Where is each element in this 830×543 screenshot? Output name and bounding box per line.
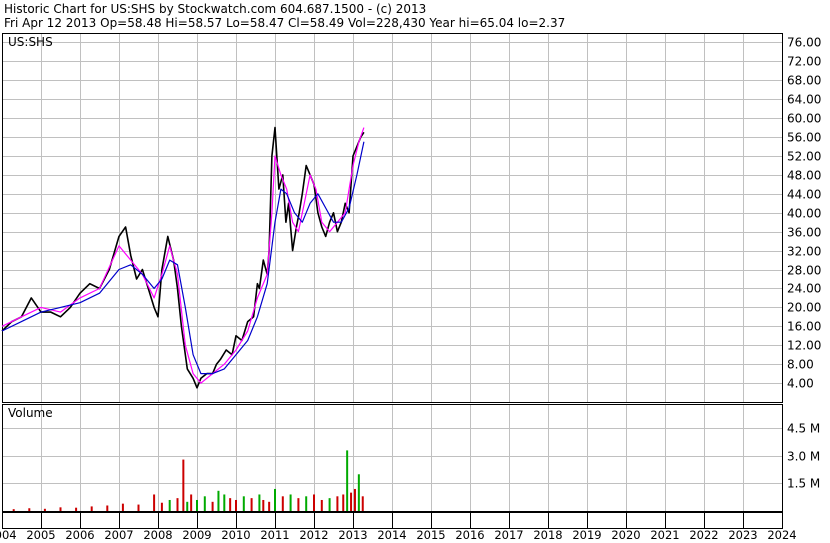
x-tick-label: 2006	[65, 528, 94, 542]
x-tick-label: 2022	[689, 528, 718, 542]
volume-tick-label: 4.5 M	[787, 422, 820, 436]
volume-bar	[313, 494, 315, 511]
volume-bar	[289, 494, 292, 511]
x-tick-label: 2010	[221, 528, 250, 542]
moving-average-short-line	[1, 127, 365, 384]
volume-label: Volume	[8, 406, 53, 420]
volume-bar	[305, 496, 308, 511]
volume-bar	[217, 490, 220, 511]
volume-bar	[106, 505, 109, 511]
x-tick-label: 2004	[0, 528, 17, 542]
volume-bar	[336, 496, 339, 511]
symbol-label: US:SHS	[8, 35, 53, 49]
volume-bar	[328, 498, 331, 511]
y-tick-label: 8.00	[787, 358, 814, 372]
volume-tick-label: 3.0 M	[787, 450, 820, 464]
volume-bar	[346, 450, 349, 511]
volume-bar	[223, 494, 226, 511]
volume-bar	[176, 498, 179, 511]
volume-bar	[297, 498, 300, 511]
volume-bar	[353, 488, 356, 511]
y-tick-label: 60.00	[787, 112, 821, 126]
y-tick-label: 28.00	[787, 264, 821, 278]
volume-bar	[258, 494, 261, 511]
volume-bar	[121, 503, 124, 511]
y-tick-label: 72.00	[787, 55, 821, 69]
volume-bar	[274, 488, 276, 511]
x-tick-label: 2016	[455, 528, 484, 542]
x-tick-label: 2015	[416, 528, 445, 542]
x-tick-label: 2008	[143, 528, 172, 542]
volume-bar	[229, 498, 232, 511]
y-tick-label: 52.00	[787, 150, 821, 164]
stock-chart: 4.00 8.00 12.00 16.00 20.00 24.00 28.00 32.00 36…	[0, 33, 821, 542]
x-tick-label: 2009	[182, 528, 211, 542]
volume-bar	[211, 501, 214, 511]
volume-tick-label: 1.5 M	[787, 477, 820, 491]
volume-bar	[268, 501, 271, 511]
volume-bar	[182, 459, 185, 511]
volume-bar	[196, 499, 198, 511]
y-tick-label: 56.00	[787, 131, 821, 145]
x-tick-label: 2024	[767, 528, 796, 542]
x-tick-label: 2017	[494, 528, 523, 542]
volume-bar	[59, 507, 62, 511]
x-tick-label: 2023	[728, 528, 757, 542]
volume-bar	[90, 506, 93, 511]
y-tick-label: 12.00	[787, 339, 821, 353]
volume-bar	[235, 499, 237, 511]
volume-bar	[190, 494, 193, 511]
volume-bar	[357, 474, 360, 511]
x-tick-label: 2020	[611, 528, 640, 542]
volume-bar	[43, 508, 46, 511]
volume-bar	[203, 496, 206, 511]
x-tick-label: 2013	[338, 528, 367, 542]
y-tick-label: 68.00	[787, 74, 821, 88]
volume-bar	[12, 509, 15, 511]
y-tick-label: 24.00	[787, 282, 821, 296]
volume-bar	[168, 499, 171, 511]
y-tick-label: 32.00	[787, 245, 821, 259]
x-tick-label: 2005	[26, 528, 55, 542]
volume-bar	[75, 507, 78, 511]
volume-bar	[250, 498, 253, 511]
volume-bar	[320, 499, 323, 511]
y-tick-label: 64.00	[787, 93, 821, 107]
volume-bar	[28, 508, 31, 511]
price-line	[1, 126, 365, 389]
y-tick-label: 20.00	[787, 301, 821, 315]
x-tick-label: 2012	[299, 528, 328, 542]
volume-bar	[186, 501, 189, 511]
y-tick-label: 44.00	[787, 188, 821, 202]
volume-bar	[137, 504, 140, 511]
x-tick-label: 2011	[260, 528, 289, 542]
volume-bar	[160, 502, 163, 511]
volume-bar	[281, 496, 284, 511]
chart-window: Historic Chart for US:SHS by Stockwatch.…	[0, 0, 830, 543]
y-tick-label: 48.00	[787, 169, 821, 183]
x-tick-label: 2019	[572, 528, 601, 542]
volume-bar	[153, 494, 156, 511]
x-tick-label: 2007	[104, 528, 133, 542]
y-tick-label: 36.00	[787, 226, 821, 240]
y-tick-label: 40.00	[787, 207, 821, 221]
volume-bar	[350, 492, 353, 511]
volume-bar	[342, 494, 345, 511]
volume-bar	[242, 496, 245, 511]
y-tick-label: 76.00	[787, 36, 821, 50]
y-tick-label: 4.00	[787, 377, 814, 391]
x-tick-label: 2021	[650, 528, 679, 542]
volume-bar	[262, 499, 265, 511]
x-tick-label: 2018	[533, 528, 562, 542]
volume-bar	[361, 496, 364, 511]
x-tick-label: 2014	[377, 528, 406, 542]
y-tick-label: 16.00	[787, 320, 821, 334]
